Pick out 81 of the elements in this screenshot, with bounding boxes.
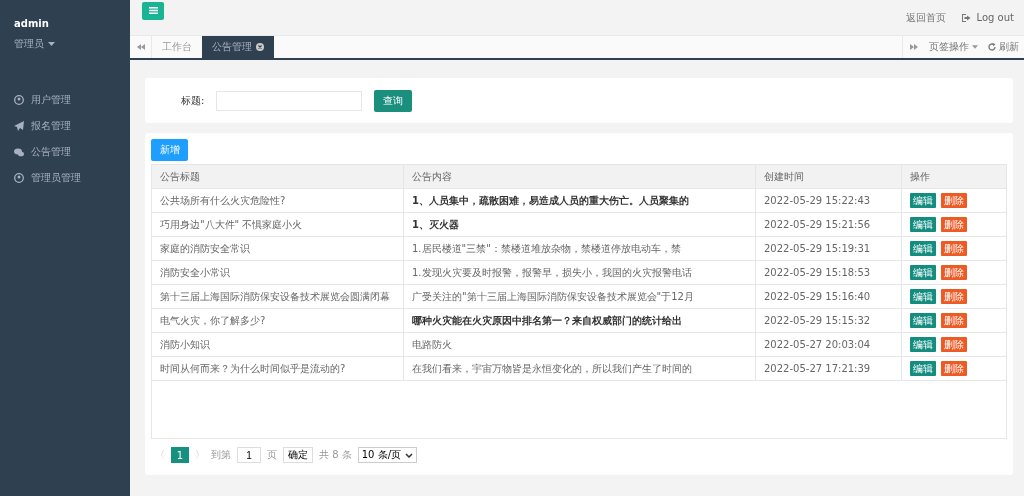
table-cell: 哪种火灾能在火灾原因中排名第一？来自权威部门的统计给出 [404,309,756,332]
chat-icon [14,147,24,157]
table-cell: 在我们看来，宇宙万物皆是永恒变化的，所以我们产生了时间的 [404,357,756,380]
user-icon [14,173,24,183]
page-size-select[interactable]: 10 条/页 [357,447,417,463]
chevron-icon [405,452,413,458]
delete-button[interactable]: 删除 [941,361,967,376]
column-header: 公告内容 [404,165,756,188]
search-button[interactable]: 查询 [374,89,413,112]
table-cell: 2022-05-29 15:19:31 [756,237,902,260]
delete-button[interactable]: 删除 [941,217,967,232]
table-cell: 1.发现火灾要及时报警，报警早，损失小，我国的火灾报警电话 [404,261,756,284]
table-cell: 消防小知识 [152,333,404,356]
user-name: admin [14,18,50,29]
table-cell: 广受关注的"第十三届上海国际消防保安设备技术展览会"于12月 [404,285,756,308]
column-header: 创建时间 [756,165,902,188]
prev-page-button[interactable]: 〈 [155,448,165,462]
table-cell: 家庭的消防安全常识 [152,237,404,260]
table-cell: 电气火灾，你了解多少? [152,309,404,332]
title-label: 标题: [181,93,205,108]
table-cell: 1、灭火器 [404,213,756,236]
sidebar-item[interactable]: 管理员管理 [0,165,130,191]
delete-button[interactable]: 删除 [941,289,967,304]
goto-label: 到第 [211,448,231,462]
logout-link[interactable]: Log out [976,12,1014,23]
page-input[interactable]: 1 [237,447,261,463]
caret-icon [972,45,978,49]
table-cell: 2022-05-27 17:21:39 [756,357,902,380]
table-cell: 第十三届上海国际消防保安设备技术展览会圆满闭幕 [152,285,404,308]
table-cell: 2022-05-29 15:18:53 [756,261,902,284]
edit-button[interactable]: 编辑 [910,337,936,352]
user-icon [14,95,24,105]
delete-button[interactable]: 删除 [941,241,967,256]
table-cell: 1、人员集中，疏散困难，易造成人员的重大伤亡。人员聚集的 [404,189,756,212]
table-cell: 巧用身边"八大件" 不惧家庭小火 [152,213,404,236]
table-cell: 时间从何而来？为什么时间似乎是流动的? [152,357,404,380]
menu-button[interactable] [142,1,164,20]
table-cell: 1.居民楼道"三禁"：禁楼道堆放杂物，禁楼道停放电动车，禁 [404,237,756,260]
double-left-icon [136,44,145,50]
sidebar-item[interactable]: 公告管理 [0,139,130,165]
tab[interactable]: 公告管理 [202,36,274,58]
refresh-icon [988,43,996,51]
table-cell: 2022-05-27 20:03:04 [756,333,902,356]
table-cell: 2022-05-29 15:15:32 [756,309,902,332]
caret-icon [48,42,55,46]
table-cell: 消防安全小常识 [152,261,404,284]
table-cell: 2022-05-29 15:22:43 [756,189,902,212]
sidebar-item[interactable]: 报名管理 [0,113,130,139]
page-unit-label: 页 [267,448,277,462]
title-input[interactable] [216,90,363,111]
total-count: 共 8 条 [319,448,352,462]
delete-button[interactable]: 删除 [941,337,967,352]
edit-button[interactable]: 编辑 [910,193,936,208]
home-link[interactable]: 返回首页 [905,10,946,25]
role-dropdown[interactable]: 管理员 [14,37,116,51]
edit-button[interactable]: 编辑 [910,217,936,232]
table-cell: 2022-05-29 15:16:40 [756,285,902,308]
close-icon[interactable] [256,43,264,51]
logout-icon [961,13,971,22]
page-button[interactable]: 1 [171,447,189,463]
edit-button[interactable]: 编辑 [910,241,936,256]
edit-button[interactable]: 编辑 [910,313,936,328]
confirm-button[interactable]: 确定 [283,447,313,463]
sidebar-item[interactable]: 用户管理 [0,87,130,113]
delete-button[interactable]: 删除 [941,313,967,328]
send-icon [14,121,24,131]
delete-button[interactable]: 删除 [941,193,967,208]
table-cell: 公共场所有什么火灾危险性? [152,189,404,212]
edit-button[interactable]: 编辑 [910,361,936,376]
add-button[interactable]: 新增 [151,139,188,161]
column-header: 公告标题 [152,165,404,188]
edit-button[interactable]: 编辑 [910,265,936,280]
table-cell: 2022-05-29 15:21:56 [756,213,902,236]
menu-icon [148,7,158,14]
next-page-button[interactable]: 〉 [195,448,205,462]
delete-button[interactable]: 删除 [941,265,967,280]
table-cell: 电路防火 [404,333,756,356]
tab[interactable]: 工作台 [152,36,202,58]
edit-button[interactable]: 编辑 [910,289,936,304]
double-right-icon [909,44,918,50]
column-header: 操作 [909,169,931,184]
